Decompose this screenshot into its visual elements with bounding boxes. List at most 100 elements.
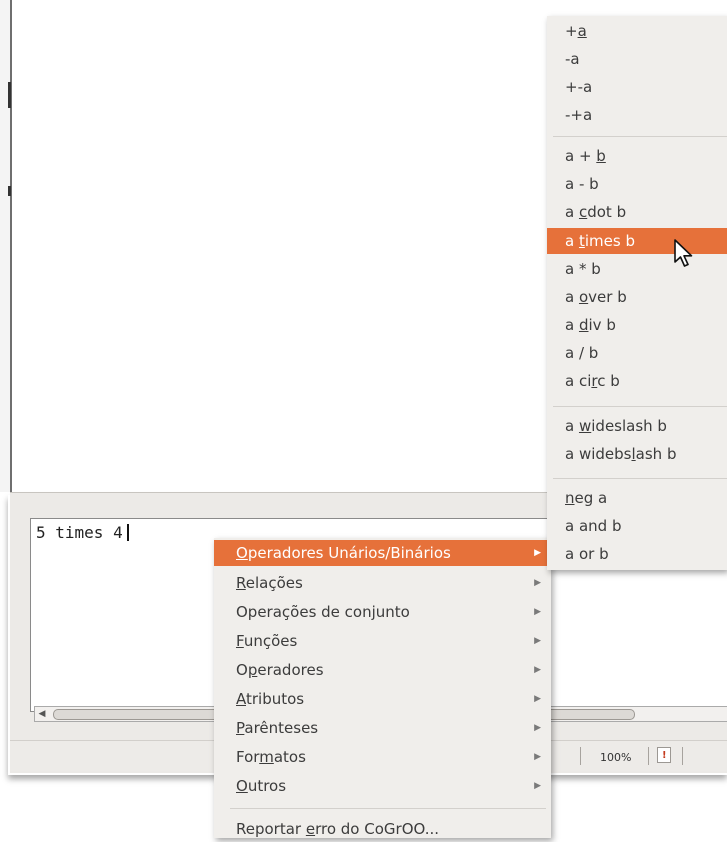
menu-item-text: a or b bbox=[565, 545, 609, 563]
submenu-arrow-icon: ▶ bbox=[534, 752, 541, 762]
submenu-item[interactable]: a and b bbox=[547, 513, 727, 539]
menu-item-text: tributos bbox=[246, 690, 305, 708]
status-divider bbox=[580, 747, 581, 765]
menu-item-mnemonic: n bbox=[565, 489, 575, 507]
menu-item-relacoes[interactable]: Relações ▶ bbox=[214, 570, 551, 596]
menu-item-operadores-unarios-binarios[interactable]: Operadores Unários/Binários ▶ bbox=[214, 540, 551, 566]
menu-item-mnemonic: b bbox=[596, 147, 606, 165]
mouse-pointer-icon bbox=[674, 239, 693, 267]
menu-item-text: a bbox=[565, 203, 579, 221]
menu-item-text: Reportar bbox=[236, 820, 306, 838]
menu-item-operadores[interactable]: Operadores ▶ bbox=[214, 657, 551, 683]
submenu-item[interactable]: a + b bbox=[547, 143, 727, 169]
menu-item-text: -+a bbox=[565, 106, 593, 124]
menu-item-text: a bbox=[565, 417, 579, 435]
menu-item-mnemonic: d bbox=[578, 316, 589, 334]
document-modified-icon[interactable]: ! bbox=[657, 747, 671, 763]
submenu-arrow-icon: ▶ bbox=[534, 781, 541, 791]
scroll-left-icon[interactable]: ◀ bbox=[35, 707, 49, 721]
menu-separator bbox=[553, 478, 727, 479]
submenu-item[interactable]: a over b bbox=[547, 284, 727, 310]
menu-item-text: elações bbox=[245, 574, 303, 592]
submenu-item[interactable]: a div b bbox=[547, 312, 727, 338]
menu-item-text: ideslash b bbox=[591, 417, 667, 435]
unary-binary-operators-submenu: +a -a +-a -+a a + ba - ba cdot ba times ba *… bbox=[547, 16, 727, 570]
menu-item-mnemonic: m bbox=[259, 748, 274, 766]
menu-item-text: For bbox=[236, 748, 260, 766]
menu-item-text: iv b bbox=[588, 316, 616, 334]
menu-item-mnemonic: F bbox=[236, 632, 244, 650]
menu-item-mnemonic: R bbox=[236, 574, 246, 592]
menu-item-mnemonic: a bbox=[577, 22, 587, 40]
submenu-item[interactable]: a / b bbox=[547, 340, 727, 366]
menu-item-atributos[interactable]: Atributos ▶ bbox=[214, 686, 551, 712]
menu-item-parenteses[interactable]: Parênteses ▶ bbox=[214, 715, 551, 741]
menu-item-mnemonic: e bbox=[305, 820, 316, 838]
submenu-item[interactable]: -+a bbox=[547, 102, 727, 128]
menu-separator bbox=[553, 406, 727, 407]
menu-item-text: a and b bbox=[565, 517, 622, 535]
submenu-arrow-icon: ▶ bbox=[534, 723, 541, 733]
submenu-arrow-icon: ▶ bbox=[534, 694, 541, 704]
submenu-item[interactable]: a or b bbox=[547, 541, 727, 567]
menu-item-text: + bbox=[565, 22, 578, 40]
menu-item-text: rro do CoGrOO... bbox=[315, 820, 439, 838]
submenu-item[interactable]: a times b bbox=[547, 228, 727, 254]
document-area[interactable] bbox=[12, 0, 552, 492]
menu-item-mnemonic: O bbox=[236, 544, 248, 562]
menu-item-text: atos bbox=[273, 748, 306, 766]
menu-item-text: a widebs bbox=[565, 445, 632, 463]
formula-command-text: 5 times 4 bbox=[36, 523, 129, 543]
menu-item-mnemonic: o bbox=[578, 288, 589, 306]
menu-item-operacoes-de-conjunto[interactable]: Operações de conjunto ▶ bbox=[214, 599, 551, 625]
menu-item-text: ash b bbox=[635, 445, 677, 463]
menu-item-text: utros bbox=[247, 777, 287, 795]
menu-item-mnemonic: p bbox=[247, 661, 258, 679]
context-menu: Operadores Unários/Binários ▶ Relações ▶ Ope… bbox=[214, 538, 551, 838]
menu-item-mnemonic: w bbox=[578, 417, 592, 435]
submenu-arrow-icon: ▶ bbox=[534, 665, 541, 675]
submenu-item[interactable]: neg a bbox=[547, 485, 727, 511]
submenu-item[interactable]: a circ b bbox=[547, 368, 727, 394]
menu-item-text: a / b bbox=[565, 344, 599, 362]
menu-item-text: eg a bbox=[574, 489, 608, 507]
submenu-item[interactable]: a widebslash b bbox=[547, 441, 727, 467]
status-divider bbox=[682, 747, 683, 765]
status-divider bbox=[648, 747, 649, 765]
submenu-arrow-icon: ▶ bbox=[534, 548, 541, 558]
submenu-item[interactable]: +-a bbox=[547, 74, 727, 100]
menu-item-text: a bbox=[565, 232, 579, 250]
menu-item-text: peradores Unários/Binários bbox=[247, 544, 451, 562]
submenu-item[interactable]: a cdot b bbox=[547, 199, 727, 225]
zoom-level[interactable]: 100% bbox=[600, 751, 631, 764]
submenu-arrow-icon: ▶ bbox=[534, 636, 541, 646]
menu-item-text: ver b bbox=[588, 288, 627, 306]
menu-item-reportar-erro-cogroo[interactable]: Reportar erro do CoGrOO... bbox=[214, 816, 551, 842]
menu-item-text: unções bbox=[243, 632, 298, 650]
menu-item-text: a + bbox=[565, 147, 597, 165]
menu-item-text: a bbox=[565, 288, 579, 306]
menu-item-text: unto bbox=[375, 603, 410, 621]
menu-item-text: a - b bbox=[565, 175, 599, 193]
menu-item-formatos[interactable]: Formatos ▶ bbox=[214, 744, 551, 770]
menu-item-text: +-a bbox=[565, 78, 593, 96]
menu-item-funcoes[interactable]: Funções ▶ bbox=[214, 628, 551, 654]
menu-item-mnemonic: A bbox=[236, 690, 246, 708]
menu-item-text: c b bbox=[597, 372, 620, 390]
menu-item-text: dot b bbox=[587, 203, 627, 221]
submenu-item[interactable]: a wideslash b bbox=[547, 413, 727, 439]
menu-item-text: a * b bbox=[565, 260, 601, 278]
ruler-tick bbox=[8, 82, 11, 108]
menu-item-text: a ci bbox=[565, 372, 592, 390]
menu-separator bbox=[230, 808, 546, 809]
menu-item-mnemonic: c bbox=[578, 203, 588, 221]
text-caret bbox=[126, 524, 129, 541]
submenu-item[interactable]: -a bbox=[547, 46, 727, 72]
submenu-item[interactable]: +a bbox=[547, 18, 727, 44]
submenu-item[interactable]: a * b bbox=[547, 256, 727, 282]
menu-item-outros[interactable]: Outros ▶ bbox=[214, 773, 551, 799]
menu-item-text: O bbox=[236, 661, 248, 679]
menu-item-text: eradores bbox=[257, 661, 324, 679]
window-left-edge bbox=[0, 0, 10, 492]
submenu-item[interactable]: a - b bbox=[547, 171, 727, 197]
